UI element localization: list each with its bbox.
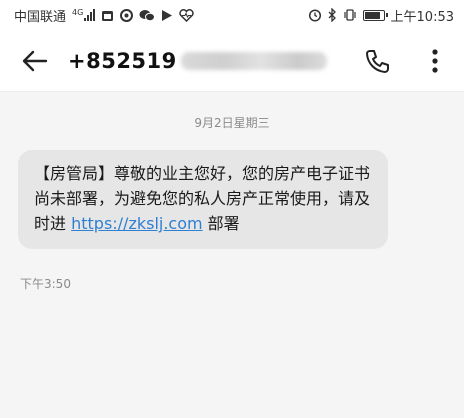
message-text-end: 部署	[202, 214, 240, 233]
message-link[interactable]: https://zkslj.com	[71, 214, 203, 233]
message-thread[interactable]: 9月2日星期三 【房管局】尊敬的业主您好，您的房产电子证书尚未部署，为避免您的私…	[0, 92, 464, 418]
more-vertical-icon	[432, 48, 438, 73]
wechat-icon	[139, 9, 156, 22]
signal-icon: 4G	[72, 8, 96, 21]
back-arrow-icon	[22, 50, 48, 71]
back-button[interactable]	[14, 40, 56, 82]
message-timestamp: 下午3:50	[20, 277, 71, 291]
contact-number: +852519	[68, 49, 327, 73]
alarm-icon	[308, 8, 322, 22]
more-options-button[interactable]	[420, 40, 450, 82]
app-icon	[120, 8, 134, 22]
header-actions	[362, 40, 450, 82]
clock: 上午10:53	[390, 9, 454, 25]
heart-rate-icon	[179, 8, 195, 22]
conversation-header: +852519	[0, 30, 464, 92]
vibrate-icon	[343, 9, 357, 21]
contact-number-text: +852519	[68, 48, 177, 73]
incoming-message-bubble[interactable]: 【房管局】尊敬的业主您好，您的房产电子证书尚未部署，为避免您的私人房产正常使用，…	[18, 150, 388, 249]
network-type: 4G	[72, 8, 84, 17]
calendar-icon	[101, 9, 114, 22]
status-right: 上午10:53	[308, 6, 454, 25]
carrier-name: 中国联通	[14, 9, 67, 25]
bluetooth-icon	[328, 8, 337, 22]
phone-icon	[366, 49, 389, 73]
redacted-digits	[180, 51, 327, 70]
play-icon	[161, 9, 173, 22]
battery-icon	[362, 9, 388, 21]
status-bar: 中国联通 4G 上午10:53	[0, 0, 464, 30]
date-separator: 9月2日星期三	[194, 116, 270, 130]
status-left: 中国联通 4G	[14, 6, 195, 25]
call-button[interactable]	[362, 40, 392, 82]
